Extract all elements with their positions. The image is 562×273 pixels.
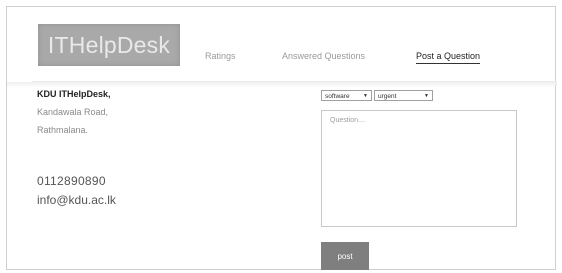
chevron-down-icon: ▼ — [363, 93, 368, 99]
nav-post-question-link[interactable]: Post a Question — [416, 51, 481, 64]
logo[interactable]: ITHelpDesk — [38, 24, 180, 66]
address-line-1: Kandawala Road, — [37, 107, 109, 117]
category-select-value: software — [325, 93, 350, 100]
nav-answered-questions-link[interactable]: Answered Questions — [282, 51, 365, 61]
question-textarea[interactable] — [321, 110, 517, 227]
priority-select[interactable]: urgent ▼ — [374, 90, 433, 101]
page: ITHelpDesk Ratings Answered Questions Po… — [0, 0, 562, 273]
organization-name: KDU ITHelpDesk, — [37, 89, 111, 99]
nav-ratings-link[interactable]: Ratings — [205, 51, 236, 61]
address-line-2: Rathmalana. — [37, 125, 89, 135]
category-select[interactable]: software ▼ — [321, 90, 372, 101]
post-button[interactable]: post — [321, 242, 369, 270]
priority-select-value: urgent — [378, 93, 397, 100]
contact-email: info@kdu.ac.lk — [37, 193, 116, 207]
chevron-down-icon: ▼ — [424, 93, 429, 99]
header-shadow — [7, 82, 557, 88]
app-window: ITHelpDesk Ratings Answered Questions Po… — [6, 6, 557, 270]
contact-phone: 0112890890 — [37, 174, 106, 188]
